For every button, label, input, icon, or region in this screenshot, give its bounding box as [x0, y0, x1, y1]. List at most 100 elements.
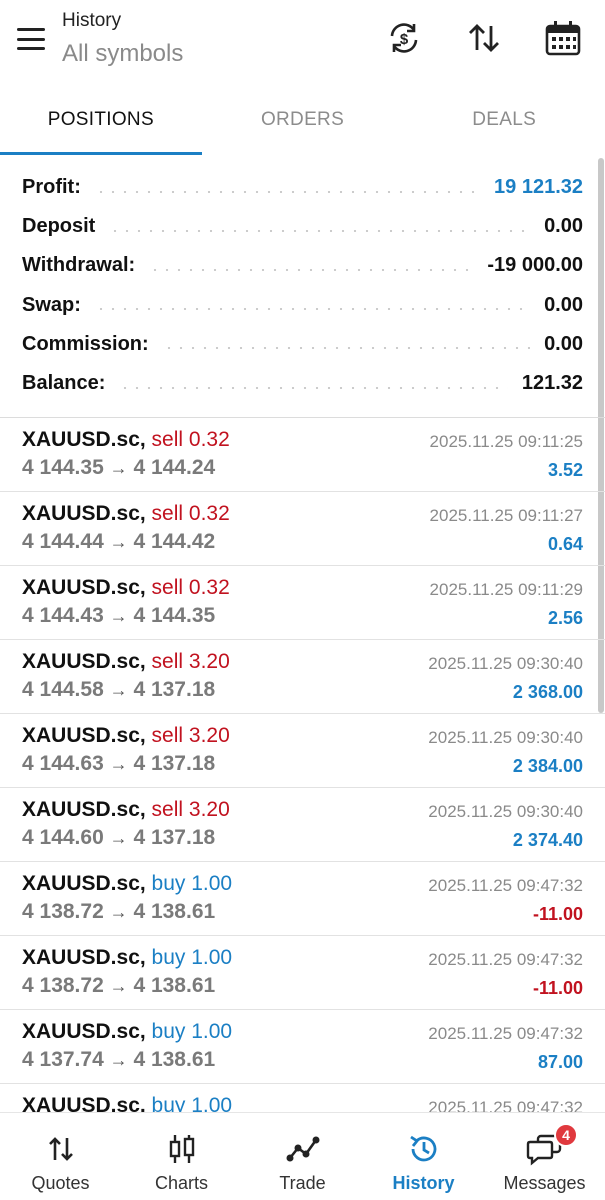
summary-row-profit: Profit: 19 121.32 [0, 168, 605, 207]
quotes-icon [41, 1129, 81, 1169]
sort-icon[interactable] [464, 18, 504, 58]
deal-profit: 87.00 [537, 1052, 583, 1072]
summary-value: 19 121.32 [484, 176, 583, 200]
nav-messages[interactable]: 4 Messages [484, 1113, 605, 1200]
deal-time: 2025.11.25 09:11:29 [429, 580, 583, 599]
deal-symbol-name: XAUUSD.sc, [22, 946, 146, 969]
dotted-leader [162, 347, 531, 350]
deal-symbol-name: XAUUSD.sc, [22, 428, 146, 451]
nav-label: History [392, 1173, 455, 1193]
deal-side: sell 3.20 [151, 650, 230, 673]
trade-icon [283, 1129, 323, 1169]
deal-row[interactable]: XAUUSD.sc, sell 0.32 4 144.43 → 4 144.35 2… [0, 566, 605, 640]
tab-positions[interactable]: POSITIONS [0, 88, 202, 156]
summary-label: Withdrawal: [22, 254, 146, 278]
nav-label: Quotes [31, 1173, 90, 1193]
deal-open-price: 4 138.72 [22, 974, 104, 997]
tab-deals[interactable]: DEALS [403, 88, 605, 156]
bottom-navigation: Quotes Charts Trade History 4 Messages [0, 1112, 605, 1200]
deal-profit: 2.56 [547, 608, 583, 628]
deal-side: buy 1.00 [151, 1020, 233, 1043]
deal-symbol-name: XAUUSD.sc, [22, 798, 146, 821]
summary-value: 0.00 [534, 293, 583, 317]
deal-prices: 4 144.63 → 4 137.18 [22, 752, 215, 776]
unread-badge: 4 [554, 1123, 578, 1147]
deal-time: 2025.11.25 09:30:40 [428, 728, 583, 747]
summary-label: Profit: [22, 176, 91, 200]
deal-open-price: 4 144.63 [22, 752, 104, 775]
nav-charts[interactable]: Charts [121, 1113, 242, 1200]
deal-open-price: 4 144.60 [22, 826, 104, 849]
tab-orders[interactable]: ORDERS [202, 88, 404, 156]
currency-exchange-icon[interactable]: $ [384, 18, 424, 58]
deal-open-price: 4 138.72 [22, 900, 104, 923]
arrow-right-icon: → [109, 606, 128, 626]
nav-label: Trade [279, 1173, 326, 1193]
deal-side: sell 3.20 [151, 798, 230, 821]
deal-symbol: XAUUSD.sc, sell 0.32 [22, 502, 230, 526]
menu-icon[interactable] [14, 24, 48, 54]
dotted-leader [119, 386, 508, 389]
deal-open-price: 4 144.58 [22, 678, 104, 701]
summary-panel: Profit: 19 121.32 Deposit 0.00 Withdrawa… [0, 168, 605, 403]
deal-close-price: 4 137.18 [133, 826, 216, 849]
deal-side: sell 0.32 [151, 428, 230, 451]
nav-trade[interactable]: Trade [242, 1113, 363, 1200]
summary-label: Deposit [22, 215, 106, 239]
deal-symbol: XAUUSD.sc, buy 1.00 [22, 872, 232, 896]
deal-profit: 2 374.40 [512, 830, 583, 850]
arrow-right-icon: → [109, 902, 128, 922]
calendar-icon[interactable] [543, 18, 583, 58]
deal-prices: 4 138.72 → 4 138.61 [22, 974, 215, 998]
summary-row-balance: Balance: 121.32 [0, 364, 605, 403]
deal-close-price: 4 137.18 [133, 752, 216, 775]
arrow-right-icon: → [109, 976, 128, 996]
deal-profit: 2 368.00 [512, 682, 583, 702]
deal-prices: 4 144.60 → 4 137.18 [22, 826, 215, 850]
summary-value: -19 000.00 [477, 254, 583, 278]
nav-history[interactable]: History [363, 1113, 484, 1200]
deal-open-price: 4 144.35 [22, 456, 104, 479]
deal-row[interactable]: XAUUSD.sc, buy 1.00 4 138.72 → 4 138.61 20… [0, 862, 605, 936]
summary-row-commission: Commission: 0.00 [0, 325, 605, 364]
dotted-leader [94, 308, 531, 311]
deal-profit: 3.52 [547, 460, 583, 480]
deal-row[interactable]: XAUUSD.sc, sell 0.32 4 144.44 → 4 144.42 2… [0, 492, 605, 566]
nav-quotes[interactable]: Quotes [0, 1113, 121, 1200]
deal-row[interactable]: XAUUSD.sc, buy 1.00 4 138.72 → 4 138.61 20… [0, 936, 605, 1010]
nav-label: Charts [154, 1173, 208, 1193]
deal-prices: 4 138.72 → 4 138.61 [22, 900, 215, 924]
history-icon [404, 1129, 444, 1169]
active-tab-indicator [0, 152, 202, 155]
summary-row-deposit: Deposit 0.00 [0, 207, 605, 246]
deal-row[interactable]: XAUUSD.sc, sell 3.20 4 144.63 → 4 137.18 2… [0, 714, 605, 788]
summary-value: 0.00 [534, 332, 583, 356]
deal-close-price: 4 137.18 [133, 678, 216, 701]
deal-symbol: XAUUSD.sc, sell 3.20 [22, 798, 230, 822]
deal-open-price: 4 137.74 [22, 1048, 104, 1071]
deal-close-price: 4 144.24 [133, 456, 216, 479]
deal-open-price: 4 144.43 [22, 604, 104, 627]
deal-symbol: XAUUSD.sc, sell 0.32 [22, 576, 230, 600]
history-tabs: POSITIONS ORDERS DEALS [0, 88, 605, 156]
summary-label: Balance: [22, 372, 116, 396]
dotted-leader [109, 229, 531, 232]
deals-list: XAUUSD.sc, sell 0.32 4 144.35 → 4 144.24 2… [0, 418, 605, 1158]
deal-time: 2025.11.25 09:11:27 [429, 506, 583, 525]
deal-row[interactable]: XAUUSD.sc, sell 0.32 4 144.35 → 4 144.24 2… [0, 418, 605, 492]
arrow-right-icon: → [109, 458, 128, 478]
deal-symbol: XAUUSD.sc, sell 0.32 [22, 428, 230, 452]
deal-symbol-name: XAUUSD.sc, [22, 502, 146, 525]
deal-symbol-name: XAUUSD.sc, [22, 650, 146, 673]
deal-profit: -11.00 [532, 904, 583, 924]
deal-row[interactable]: XAUUSD.sc, sell 3.20 4 144.60 → 4 137.18 2… [0, 788, 605, 862]
deal-profit: -11.00 [532, 978, 583, 998]
deal-close-price: 4 144.42 [133, 530, 216, 553]
deal-time: 2025.11.25 09:47:32 [428, 950, 583, 969]
deal-side: buy 1.00 [151, 872, 233, 895]
deal-row[interactable]: XAUUSD.sc, sell 3.20 4 144.58 → 4 137.18 2… [0, 640, 605, 714]
deal-row[interactable]: XAUUSD.sc, buy 1.00 4 137.74 → 4 138.61 20… [0, 1010, 605, 1084]
symbol-filter[interactable]: All symbols [62, 40, 183, 68]
deal-time: 2025.11.25 09:11:25 [429, 432, 583, 451]
deal-prices: 4 144.35 → 4 144.24 [22, 456, 215, 480]
